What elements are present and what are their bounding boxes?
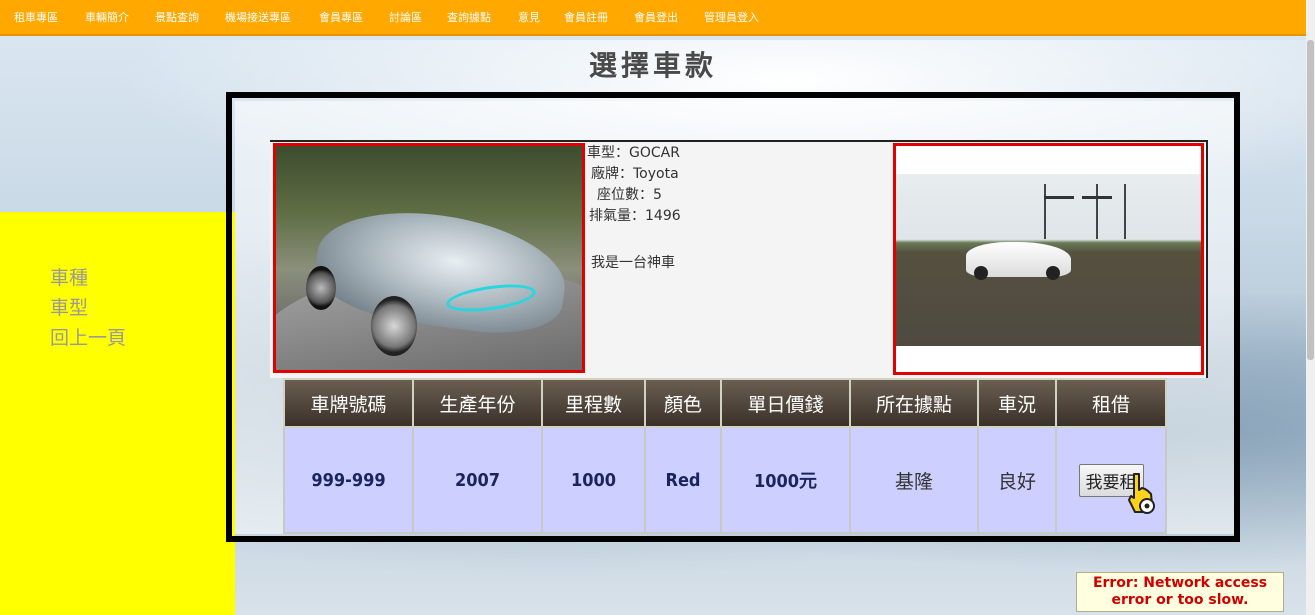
network-error-notice: Error: Network access error or too slow. xyxy=(1076,572,1284,612)
nav-item-car-intro[interactable]: 車輛簡介 xyxy=(85,9,155,25)
header-location: 所在據點 xyxy=(849,378,979,428)
rental-table: 車牌號碼 生產年份 里程數 顏色 單日價錢 所在據點 車況 租借 999-999… xyxy=(283,378,1167,534)
sidebar: 車種 車型 回上一頁 xyxy=(0,212,235,615)
car-model-text: 車型：GOCAR xyxy=(587,145,680,161)
cell-price: 1000元 xyxy=(720,426,851,534)
nav-item-member-area[interactable]: 會員專區 xyxy=(319,9,389,25)
car-front-photo xyxy=(273,143,585,373)
top-navbar: 租車專區 車輛簡介 景點查詢 機場接送專區 會員專區 討論區 查詢據點 意見 會… xyxy=(0,0,1306,36)
nav-item-attractions[interactable]: 景點查詢 xyxy=(155,9,225,25)
header-color: 顏色 xyxy=(644,378,722,428)
nav-item-feedback[interactable]: 意見 xyxy=(518,9,564,25)
error-line-1: Error: Network access xyxy=(1092,575,1268,591)
header-condition: 車況 xyxy=(977,378,1057,428)
car-description: 我是一台神車 xyxy=(591,255,675,271)
cell-year: 2007 xyxy=(412,426,543,534)
cell-location: 基隆 xyxy=(849,426,979,534)
page-title: 選擇車款 xyxy=(588,49,717,82)
sidebar-item-car-category[interactable]: 車種 xyxy=(50,263,88,290)
nav-item-register[interactable]: 會員註冊 xyxy=(564,9,634,25)
nav-item-find-location[interactable]: 查詢據點 xyxy=(447,9,518,25)
car-side-photo xyxy=(893,143,1204,375)
car-specs: 車型：GOCAR 廠牌：Toyota 座位數：5 排氣量：1496 xyxy=(587,143,681,227)
hand-pointer-cursor-icon xyxy=(1128,473,1155,514)
header-plate: 車牌號碼 xyxy=(283,378,414,428)
sidebar-item-back[interactable]: 回上一頁 xyxy=(50,323,126,350)
header-price: 單日價錢 xyxy=(720,378,851,428)
cell-color: Red xyxy=(644,426,722,534)
cell-plate: 999-999 xyxy=(283,426,414,534)
header-rent: 租借 xyxy=(1055,378,1167,428)
header-mileage: 里程數 xyxy=(541,378,646,428)
cell-condition: 良好 xyxy=(977,426,1057,534)
nav-item-logout[interactable]: 會員登出 xyxy=(634,9,704,25)
cell-mileage: 1000 xyxy=(541,426,646,534)
header-year: 生產年份 xyxy=(412,378,543,428)
car-displacement-text: 排氣量：1496 xyxy=(589,208,681,224)
nav-item-admin-login[interactable]: 管理員登入 xyxy=(704,9,784,25)
table-header-row: 車牌號碼 生產年份 里程數 顏色 單日價錢 所在據點 車況 租借 xyxy=(283,378,1167,428)
car-brand-text: 廠牌：Toyota xyxy=(591,166,679,182)
page-scrollbar[interactable] xyxy=(1306,0,1315,615)
nav-item-car-rental[interactable]: 租車專區 xyxy=(14,9,85,25)
scrollbar-thumb[interactable] xyxy=(1307,40,1314,360)
table-row: 999-999 2007 1000 Red 1000元 基隆 良好 我要租 xyxy=(283,426,1167,534)
nav-item-forum[interactable]: 討論區 xyxy=(389,9,447,25)
sidebar-item-car-model[interactable]: 車型 xyxy=(50,293,88,320)
nav-item-airport-transfer[interactable]: 機場接送專區 xyxy=(225,9,319,25)
car-seats-text: 座位數：5 xyxy=(597,187,662,203)
error-line-2: error or too slow. xyxy=(1111,592,1249,608)
